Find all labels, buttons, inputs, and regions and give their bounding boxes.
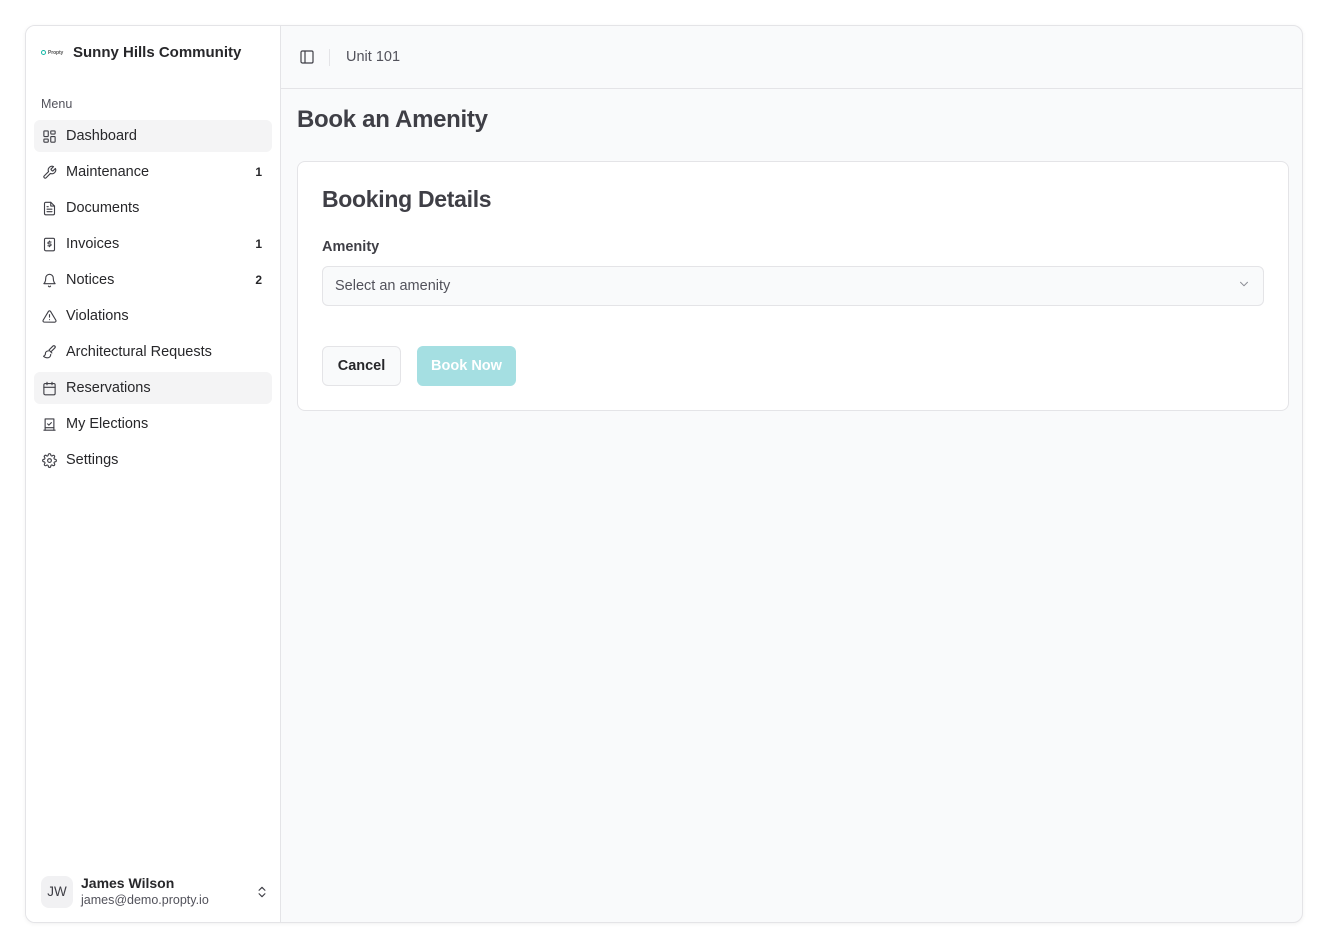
amenity-select-placeholder: Select an amenity [335,278,451,294]
chevron-down-icon [1237,277,1251,296]
sidebar-item-violations[interactable]: Violations [34,300,272,332]
sidebar-item-reservations[interactable]: Reservations [34,372,272,404]
breadcrumb: Unit 101 [346,49,401,65]
document-icon [41,200,57,216]
avatar: JW [41,875,73,908]
sidebar-item-label: My Elections [66,416,149,432]
user-menu[interactable]: JW James Wilson james@demo.propty.io [41,875,269,908]
user-email: james@demo.propty.io [81,893,209,907]
ballot-icon [41,416,57,432]
sidebar-item-label: Settings [66,452,119,468]
sidebar-item-dashboard[interactable]: Dashboard [34,120,272,152]
logo-text: Propty [48,49,64,56]
invoice-icon [41,236,57,252]
topbar: Unit 101 [281,26,1302,89]
sidebar-item-label: Dashboard [66,128,137,144]
count-badge: 1 [255,165,262,179]
sidebar-item-label: Violations [66,308,129,324]
sidebar-item-architectural-requests[interactable]: Architectural Requests [34,336,272,368]
community-name: Sunny Hills Community [73,44,242,61]
calendar-icon [41,380,57,396]
booking-details-card: Booking Details Amenity Select an amenit… [297,161,1289,411]
sidebar-item-maintenance[interactable]: Maintenance 1 [34,156,272,188]
user-name: James Wilson [81,875,175,891]
sidebar: Propty Sunny Hills Community Menu Dashbo… [26,26,281,922]
amenity-label: Amenity [322,239,380,255]
cancel-button[interactable]: Cancel [322,346,401,386]
count-badge: 1 [255,237,262,251]
user-info: James Wilson james@demo.propty.io [81,875,255,908]
sidebar-item-settings[interactable]: Settings [34,444,272,476]
page-title: Book an Amenity [297,106,488,133]
logo-mark-icon [41,50,46,55]
sidebar-nav: Dashboard Maintenance 1 Documents Invoic… [34,120,272,480]
wrench-icon [41,164,57,180]
card-title: Booking Details [322,186,492,212]
dashboard-icon [41,128,57,144]
sidebar-item-invoices[interactable]: Invoices 1 [34,228,272,260]
chevrons-up-down-icon[interactable] [255,885,269,899]
book-now-button[interactable]: Book Now [417,346,516,386]
gear-icon [41,452,57,468]
paintbrush-icon [41,344,57,360]
main-content: Unit 101 Book an Amenity Booking Details… [281,26,1302,922]
sidebar-item-label: Reservations [66,380,151,396]
app-window: Propty Sunny Hills Community Menu Dashbo… [25,25,1303,923]
sidebar-item-label: Invoices [66,236,120,252]
bell-icon [41,272,57,288]
sidebar-item-my-elections[interactable]: My Elections [34,408,272,440]
propty-logo: Propty [41,48,65,58]
sidebar-item-label: Maintenance [66,164,150,180]
count-badge: 2 [255,273,262,287]
amenity-select[interactable]: Select an amenity [322,266,1264,306]
sidebar-item-label: Documents [66,200,140,216]
sidebar-item-notices[interactable]: Notices 2 [34,264,272,296]
sidebar-toggle-icon[interactable] [299,49,315,65]
brand[interactable]: Propty Sunny Hills Community [41,44,241,61]
sidebar-item-label: Architectural Requests [66,344,212,360]
topbar-divider [329,48,330,66]
sidebar-item-label: Notices [66,272,115,288]
sidebar-item-documents[interactable]: Documents [34,192,272,224]
menu-label: Menu [41,97,73,111]
warning-icon [41,308,57,324]
